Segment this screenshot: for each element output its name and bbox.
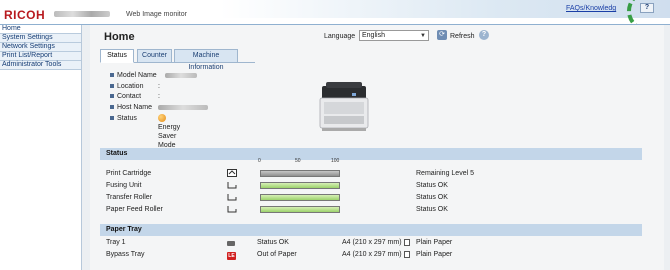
printer-image	[319, 82, 369, 131]
question-help-icon[interactable]: ?	[479, 30, 489, 40]
bullet-icon	[110, 105, 114, 110]
language-label: Language	[324, 33, 356, 40]
level-scale: 0 50 100	[258, 158, 348, 164]
item-label: Print Cartridge	[106, 170, 152, 177]
status-row-transfer-roller: Transfer Roller Status OK	[100, 192, 642, 203]
model-name-row: Model Name	[110, 71, 197, 80]
tray-label: Bypass Tray	[106, 251, 145, 258]
tray-row-tray-1: Tray 1 Status OK A4 (210 x 297 mm) Plain…	[100, 237, 642, 248]
cartridge-icon	[227, 169, 237, 177]
level-bar	[260, 182, 340, 189]
location-label: Location	[117, 83, 144, 90]
tray-status: Status OK	[257, 239, 289, 246]
location-value: :	[158, 83, 160, 90]
app-subtitle: Web Image monitor	[126, 11, 187, 18]
item-status: Status OK	[416, 206, 448, 213]
unit-icon	[227, 206, 237, 213]
sidebar-item-print-list-report[interactable]: Print List/Report	[0, 52, 81, 61]
host-name-value	[158, 103, 208, 112]
sidebar: Home System Settings Network Settings Pr…	[0, 25, 82, 270]
host-name-row: Host Name	[110, 103, 208, 112]
status-label: Status	[117, 115, 137, 122]
bullet-icon	[110, 73, 114, 78]
top-header: RICOH Web Image monitor FAQs/Knowledg ?	[0, 0, 670, 38]
contact-row: Contact :	[110, 92, 160, 101]
ricoh-logo: RICOH	[4, 8, 46, 22]
tray-size: A4 (210 x 297 mm)	[342, 237, 410, 248]
tray-icon	[227, 239, 237, 247]
contact-value: :	[158, 93, 160, 100]
paper-tray-section-header: Paper Tray	[100, 224, 642, 236]
error-icon: LE	[227, 252, 236, 260]
bullet-icon	[110, 94, 114, 99]
sidebar-item-home[interactable]: Home	[0, 25, 81, 34]
refresh-icon[interactable]: ⟳	[437, 30, 447, 40]
bullet-icon	[110, 84, 114, 89]
tab-status[interactable]: Status	[100, 49, 134, 63]
scale-tick-50: 50	[295, 158, 301, 164]
sidebar-item-administrator-tools[interactable]: Administrator Tools	[0, 61, 81, 70]
item-label: Paper Feed Roller	[106, 206, 163, 213]
item-status: Status OK	[416, 194, 448, 201]
energy-saver-icon	[158, 114, 166, 123]
status-section-header: Status	[100, 148, 642, 160]
status-row-print-cartridge: Print Cartridge Remaining Level 5	[100, 168, 642, 179]
level-bar	[260, 170, 340, 177]
tray-row-bypass-tray: Bypass Tray LE Out of Paper A4 (210 x 29…	[100, 249, 642, 260]
scale-tick-0: 0	[258, 158, 261, 164]
unit-icon	[227, 182, 237, 189]
model-name-redacted	[54, 11, 110, 17]
model-name-label: Model Name	[117, 72, 157, 79]
paper-icon	[403, 238, 410, 246]
tab-counter[interactable]: Counter	[137, 49, 172, 63]
status-row: Status Energy Saver Mode 2	[110, 114, 180, 158]
host-name-label: Host Name	[117, 104, 153, 111]
tray-label: Tray 1	[106, 239, 126, 246]
language-value: English	[362, 32, 385, 39]
sidebar-item-system-settings[interactable]: System Settings	[0, 34, 81, 43]
status-row-paper-feed-roller: Paper Feed Roller Status OK	[100, 204, 642, 215]
tray-paper-type: Plain Paper	[416, 251, 453, 258]
tray-paper-type: Plain Paper	[416, 239, 453, 246]
scale-tick-100: 100	[331, 158, 340, 164]
tray-status: Out of Paper	[257, 251, 297, 258]
paper-icon	[403, 250, 410, 258]
level-bar	[260, 194, 340, 201]
language-select[interactable]: English ▼	[359, 30, 429, 41]
status-row-fusing-unit: Fusing Unit Status OK	[100, 180, 642, 191]
item-label: Fusing Unit	[106, 182, 142, 189]
chevron-down-icon: ▼	[420, 33, 426, 39]
tray-size: A4 (210 x 297 mm)	[342, 249, 410, 260]
item-status: Remaining Level 5	[416, 170, 474, 177]
unit-icon	[227, 194, 237, 201]
model-name-value	[165, 71, 197, 80]
sidebar-item-network-settings[interactable]: Network Settings	[0, 43, 81, 52]
location-row: Location :	[110, 82, 160, 91]
refresh-button[interactable]: Refresh	[450, 33, 475, 40]
faq-link[interactable]: FAQs/Knowledg	[566, 5, 616, 12]
item-status: Status OK	[416, 182, 448, 189]
tab-machine-information[interactable]: Machine Information	[174, 49, 238, 71]
page-title: Home	[104, 31, 135, 43]
item-label: Transfer Roller	[106, 194, 153, 201]
level-bar	[260, 206, 340, 213]
contact-label: Contact	[117, 93, 142, 100]
bullet-icon	[110, 116, 114, 121]
